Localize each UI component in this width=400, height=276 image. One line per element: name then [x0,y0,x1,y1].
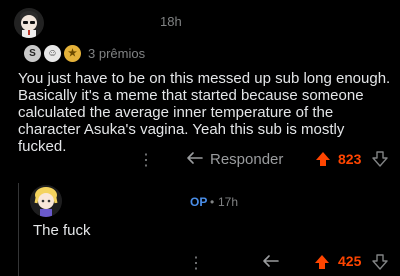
thread-line[interactable] [18,183,19,276]
upvote-arrow-icon[interactable] [314,254,330,270]
reply-icon[interactable] [262,253,280,269]
more-options-icon[interactable]: ⋮ [188,253,204,273]
downvote-arrow-icon[interactable] [372,151,388,167]
downvote-arrow-icon[interactable] [372,254,388,270]
awards-bar[interactable]: S ☺ ★ 3 prêmios [24,43,145,63]
upvote-arrow-icon[interactable] [315,151,331,167]
reply-button[interactable]: Responder [210,151,283,168]
awards-count: 3 prêmios [88,45,146,61]
reply-body: The fuck [33,222,91,239]
more-options-icon[interactable]: ⋮ [138,150,154,170]
reply-avatar[interactable] [30,185,62,217]
comment-timestamp: 18h [160,14,182,29]
meta-separator: • [210,195,215,209]
reply-icon[interactable] [186,150,204,166]
op-badge: OP [190,195,208,209]
wholesome-award-icon: ☺ [44,44,61,62]
silver-award-icon: S [24,44,41,62]
comment-body: You just have to be on this messed up su… [18,70,391,155]
commenter-avatar[interactable] [14,8,44,38]
reply-score: 425 [338,253,362,269]
reply-timestamp: 17h [218,195,239,209]
comment-score: 823 [338,151,362,167]
gold-award-icon: ★ [64,44,81,62]
